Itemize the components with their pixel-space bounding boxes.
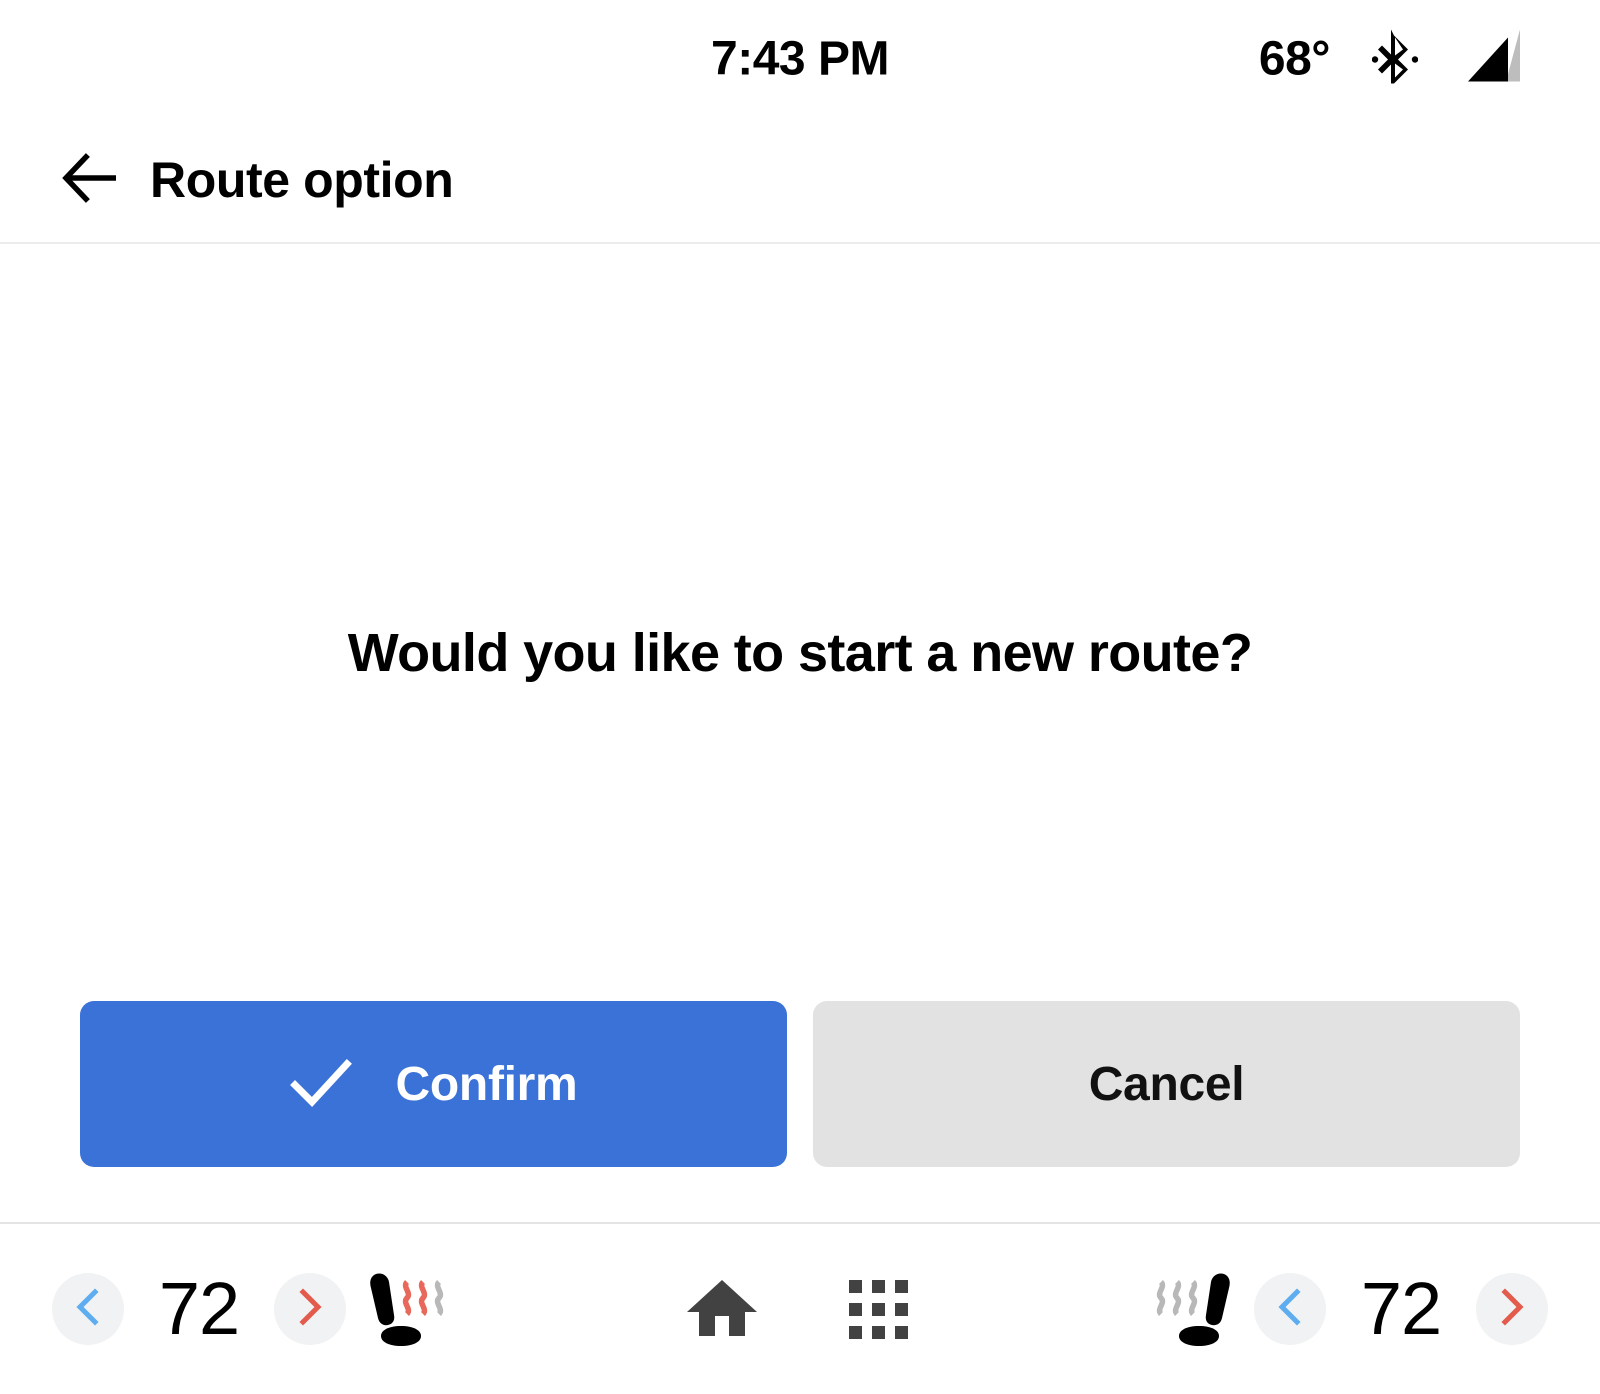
confirmation-prompt: Would you like to start a new route?: [347, 623, 1253, 683]
driver-temperature-value: 72: [158, 1267, 240, 1350]
page-title: Route option: [150, 152, 454, 208]
heated-seat-icon-left: [349, 1264, 453, 1355]
chevron-right-icon: [293, 1287, 327, 1331]
outside-temperature: 68°: [1258, 32, 1331, 86]
driver-climate-group: 72: [0, 1263, 456, 1355]
driver-temp-increase-button[interactable]: [274, 1273, 346, 1345]
cancel-button[interactable]: Cancel: [813, 1001, 1520, 1167]
apps-grid-icon: [848, 1279, 908, 1339]
climate-control-bar: 72 72: [0, 1222, 1600, 1394]
status-bar: 7:43 PM 68°: [0, 0, 1600, 118]
heated-seat-icon-right: [1147, 1264, 1251, 1355]
home-icon: [685, 1274, 759, 1345]
back-button[interactable]: [60, 149, 122, 211]
action-button-row: Confirm Cancel: [80, 1001, 1520, 1167]
bluetooth-icon: [1371, 28, 1419, 91]
chevron-right-icon: [1495, 1287, 1529, 1331]
driver-temp-decrease-button[interactable]: [52, 1273, 124, 1345]
app-bar: Route option: [0, 118, 1600, 244]
check-icon: [289, 1056, 352, 1113]
car-infotainment-screen: 7:43 PM 68° Route option Would you like …: [0, 0, 1600, 1394]
center-nav-group: [683, 1270, 917, 1348]
confirm-button[interactable]: Confirm: [80, 1001, 787, 1167]
driver-heated-seat-button[interactable]: [346, 1263, 456, 1355]
passenger-temperature-value: 72: [1360, 1267, 1442, 1350]
chevron-left-icon: [71, 1287, 105, 1331]
back-arrow-icon: [62, 152, 120, 208]
chevron-left-icon: [1273, 1287, 1307, 1331]
passenger-temp-decrease-button[interactable]: [1254, 1273, 1326, 1345]
passenger-climate-group: 72: [1144, 1263, 1600, 1355]
cellular-signal-icon: [1460, 28, 1522, 91]
cancel-button-label: Cancel: [1088, 1057, 1245, 1111]
status-indicators: 68°: [1259, 28, 1522, 91]
apps-button[interactable]: [839, 1270, 917, 1348]
passenger-temp-increase-button[interactable]: [1476, 1273, 1548, 1345]
confirm-button-label: Confirm: [395, 1057, 578, 1111]
main-content: Would you like to start a new route? Con…: [0, 244, 1600, 1222]
passenger-heated-seat-button[interactable]: [1144, 1263, 1254, 1355]
home-button[interactable]: [683, 1270, 761, 1348]
